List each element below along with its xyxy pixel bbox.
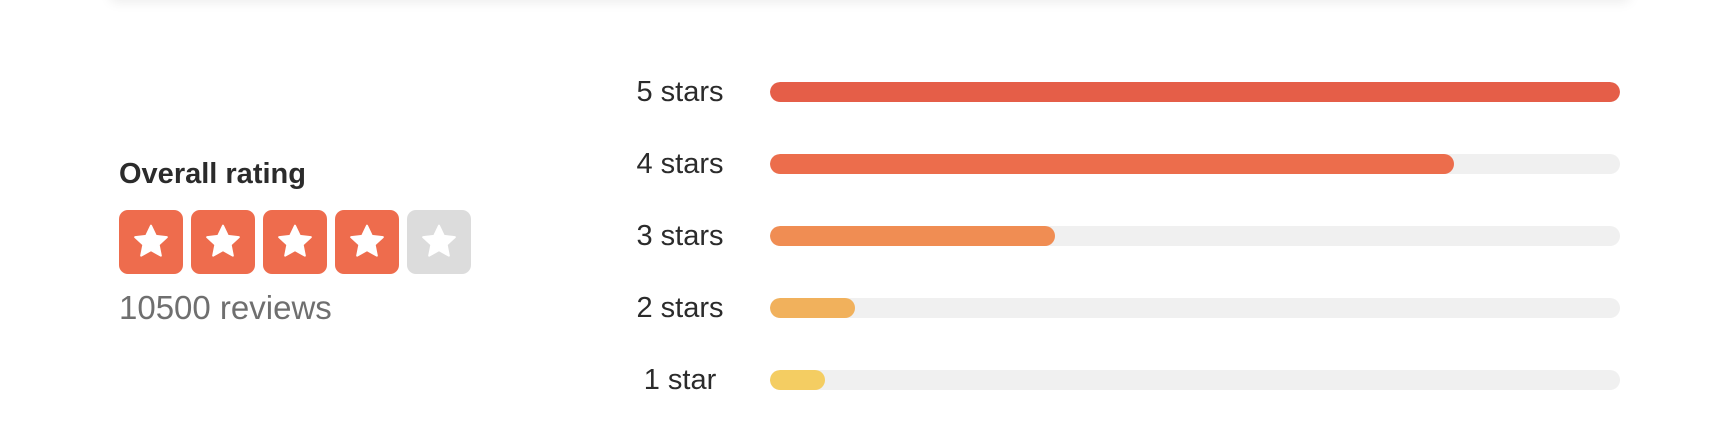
star-box <box>191 210 255 274</box>
rating-row-1: 1 star <box>620 358 1630 430</box>
rating-bar-fill <box>770 298 855 318</box>
star-icon <box>422 224 456 257</box>
star-rating <box>119 210 539 274</box>
rating-row-label: 5 stars <box>636 76 724 108</box>
rating-row-3: 3 stars <box>620 214 1630 286</box>
rating-bar-track <box>770 154 1620 174</box>
star-box <box>407 210 471 274</box>
star-icon <box>278 224 312 257</box>
overall-rating-summary: Overall rating 10500 reviews <box>119 156 539 328</box>
rating-bar-fill <box>770 82 1620 102</box>
star-icon <box>134 224 168 257</box>
rating-row-5: 5 stars <box>620 70 1630 142</box>
star-icon <box>206 224 240 257</box>
rating-row-2: 2 stars <box>620 286 1630 358</box>
rating-row-label: 1 star <box>643 364 717 396</box>
rating-row-label: 3 stars <box>636 220 724 252</box>
rating-row-label: 4 stars <box>636 148 724 180</box>
rating-bar-track <box>770 226 1620 246</box>
rating-bar-fill <box>770 154 1455 174</box>
rating-breakdown: 5 stars 4 stars 3 stars 2 stars 1 star <box>620 70 1630 430</box>
rating-bar-track <box>770 298 1620 318</box>
overall-rating-title: Overall rating <box>119 158 306 190</box>
rating-bar-fill <box>770 226 1055 246</box>
review-count: 10500 reviews <box>119 289 332 326</box>
star-box <box>263 210 327 274</box>
star-box <box>335 210 399 274</box>
rating-row-label: 2 stars <box>636 292 724 324</box>
star-icon <box>350 224 384 257</box>
star-box <box>119 210 183 274</box>
rating-bar-track <box>770 82 1620 102</box>
rating-bar-track <box>770 370 1620 390</box>
rating-bar-fill <box>770 370 826 390</box>
rating-row-4: 4 stars <box>620 142 1630 214</box>
